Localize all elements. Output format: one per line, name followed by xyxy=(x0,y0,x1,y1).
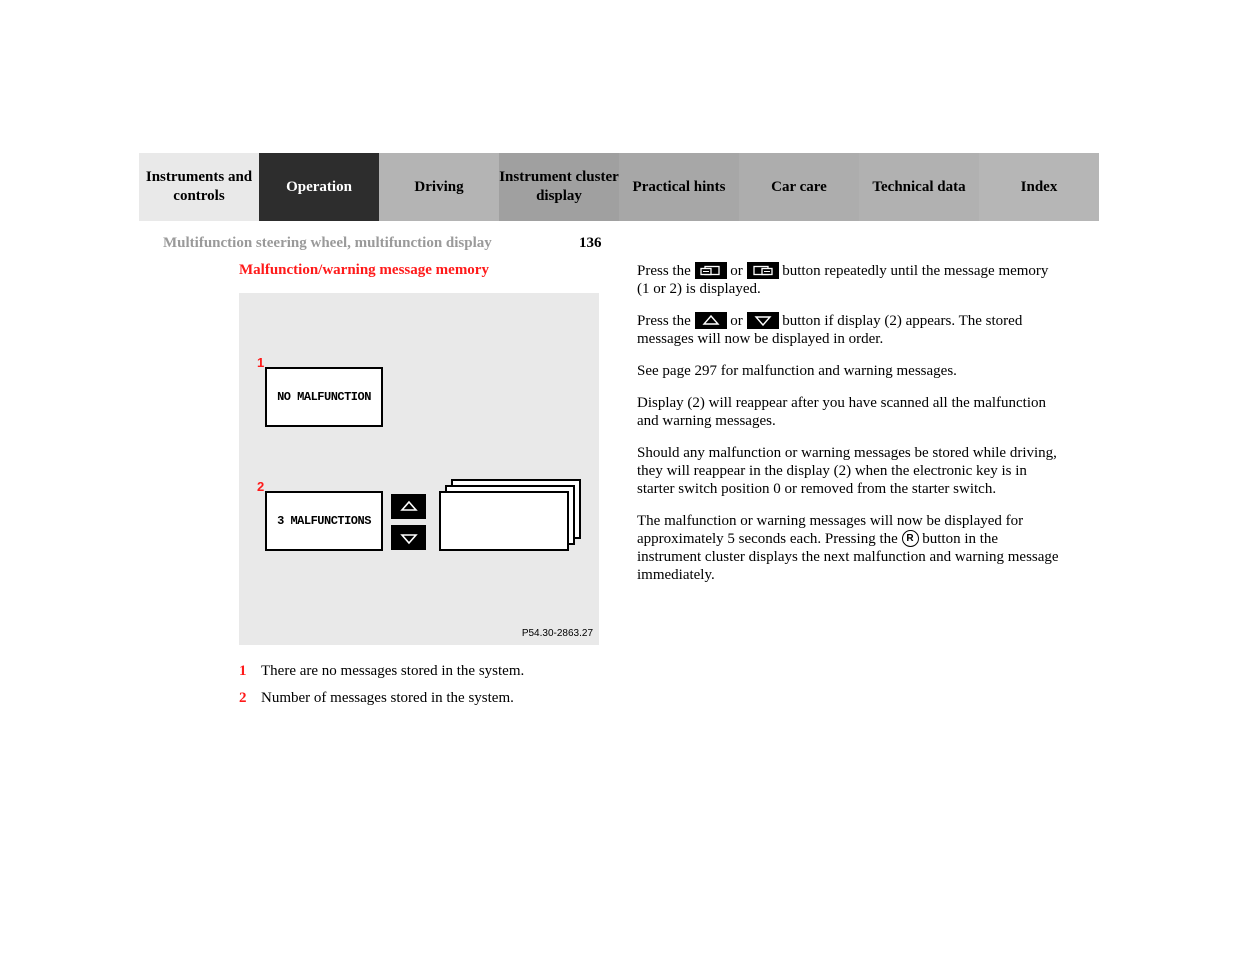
paragraph-2: Press the or button if display (2) appea… xyxy=(637,312,1059,348)
arrow-up-button-icon xyxy=(695,312,727,329)
right-column: Press the or button repeatedly until the… xyxy=(619,262,1099,717)
tab-driving[interactable]: Driving xyxy=(379,153,499,221)
tab-car-care[interactable]: Car care xyxy=(739,153,859,221)
paragraph-3: See page 297 for malfunction and warning… xyxy=(637,362,1059,380)
tab-technical-data[interactable]: Technical data xyxy=(859,153,979,221)
tab-index[interactable]: Index xyxy=(979,153,1099,221)
illustration: 1 NO MALFUNCTION 2 3 MALFUNCTIONS P54.30… xyxy=(239,293,599,645)
display-box-3-malfunctions: 3 MALFUNCTIONS xyxy=(265,491,383,551)
display-box-no-malfunction: NO MALFUNCTION xyxy=(265,367,383,427)
paragraph-6: The malfunction or warning messages will… xyxy=(637,512,1059,584)
page-right-button-icon xyxy=(747,262,779,279)
arrow-down-icon xyxy=(391,525,426,550)
legend-num-1: 1 xyxy=(239,663,261,680)
reset-button-icon: R xyxy=(902,530,919,547)
legend: 1 There are no messages stored in the sy… xyxy=(239,663,619,707)
legend-text-2: Number of messages stored in the system. xyxy=(261,690,514,707)
arrow-down-button-icon xyxy=(747,312,779,329)
illustration-code: P54.30-2863.27 xyxy=(522,628,593,639)
manual-page: Instruments and controls Operation Drivi… xyxy=(139,153,1099,717)
arrow-up-icon xyxy=(391,494,426,519)
callout-2: 2 xyxy=(257,479,264,494)
left-column: Malfunction/warning message memory 1 NO … xyxy=(139,262,619,717)
tab-practical-hints[interactable]: Practical hints xyxy=(619,153,739,221)
breadcrumb-title: Multifunction steering wheel, multifunct… xyxy=(139,235,579,252)
page-number: 136 xyxy=(579,235,602,252)
text: Press the xyxy=(637,263,695,279)
legend-row: 2 Number of messages stored in the syste… xyxy=(239,690,619,707)
tab-instruments-and-controls[interactable]: Instruments and controls xyxy=(139,153,259,221)
content-columns: Malfunction/warning message memory 1 NO … xyxy=(139,262,1099,717)
callout-1: 1 xyxy=(257,355,264,370)
paragraph-4: Display (2) will reappear after you have… xyxy=(637,394,1059,430)
tab-operation[interactable]: Operation xyxy=(259,153,379,221)
paragraph-5: Should any malfunction or warning messag… xyxy=(637,444,1059,498)
paragraph-1: Press the or button repeatedly until the… xyxy=(637,262,1059,298)
page-left-button-icon xyxy=(695,262,727,279)
legend-text-1: There are no messages stored in the syst… xyxy=(261,663,524,680)
tab-bar: Instruments and controls Operation Drivi… xyxy=(139,153,1099,221)
breadcrumb: Multifunction steering wheel, multifunct… xyxy=(139,235,1099,252)
tab-instrument-cluster-display[interactable]: Instrument cluster display xyxy=(499,153,619,221)
message-stack-card xyxy=(439,491,569,551)
legend-num-2: 2 xyxy=(239,690,261,707)
text: Press the xyxy=(637,313,695,329)
section-title: Malfunction/warning message memory xyxy=(239,262,619,279)
legend-row: 1 There are no messages stored in the sy… xyxy=(239,663,619,680)
text: or xyxy=(730,313,746,329)
text: or xyxy=(730,263,746,279)
